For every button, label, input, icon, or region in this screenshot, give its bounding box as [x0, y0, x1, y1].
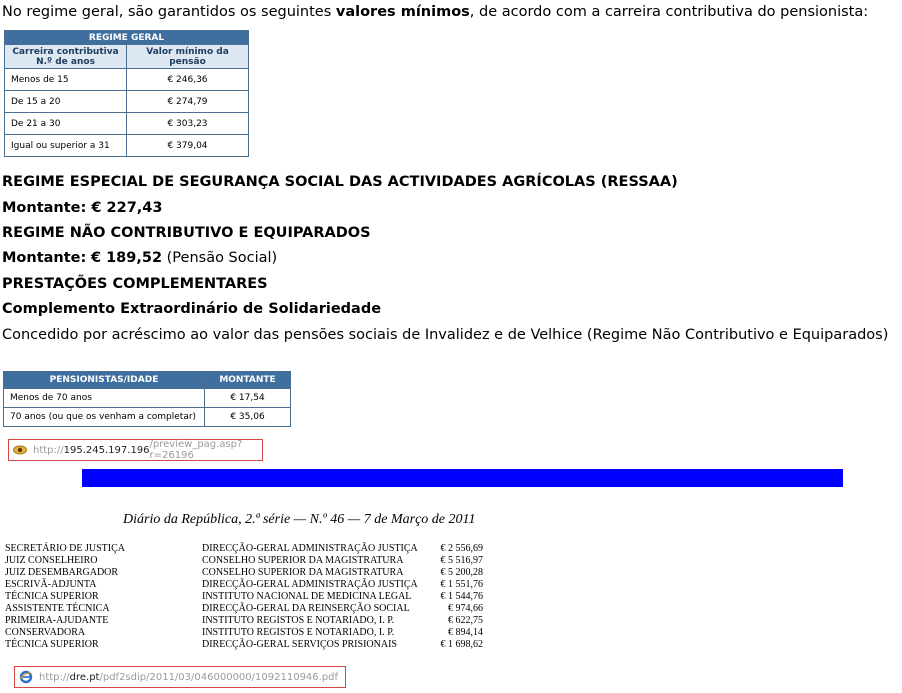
dre-entity: INSTITUTO REGISTOS E NOTARIADO, I. P. — [202, 615, 395, 626]
ressaa-amount: Montante: € 227,43 — [2, 200, 162, 216]
url2-path: /pdf2sdip/2011/03/046000000/1092110946.p… — [99, 671, 339, 683]
prestacoes-text: Concedido por acréscimo ao valor das pen… — [2, 327, 889, 343]
dre-role: ESCRIVÃ-ADJUNTA — [5, 579, 97, 590]
table1-col2: Valor mínimo da pensão — [126, 44, 249, 69]
table1-row-value: € 303,23 — [126, 112, 249, 135]
ie-icon — [19, 670, 33, 684]
table-row: TÉCNICA SUPERIOR DIRECÇÃO-GERAL SERVIÇOS… — [0, 639, 902, 651]
dre-value: € 974,66 — [448, 603, 483, 614]
table2-row-label: Menos de 70 anos — [3, 388, 205, 408]
dre-value: € 1 698,62 — [440, 639, 484, 650]
dre-role: CONSERVADORA — [5, 627, 86, 638]
table-row: Menos de 70 anos € 17,54 — [3, 388, 291, 408]
dre-entity: DIRECÇÃO-GERAL SERVIÇOS PRISIONAIS — [202, 639, 397, 650]
table-row: Igual ou superior a 31 € 379,04 — [4, 134, 249, 157]
table-row: SECRETÁRIO DE JUSTIÇA DIRECÇÃO-GERAL ADM… — [0, 543, 902, 555]
table-row: PRIMEIRA-AJUDANTE INSTITUTO REGISTOS E N… — [0, 615, 902, 627]
dre-entity: CONSELHO SUPERIOR DA MAGISTRATURA — [202, 567, 404, 578]
table2-row-value: € 17,54 — [204, 388, 291, 408]
dre-role: ASSISTENTE TÉCNICA — [5, 603, 110, 614]
dre-role: TÉCNICA SUPERIOR — [5, 639, 99, 650]
dre-role: SECRETÁRIO DE JUSTIÇA — [5, 543, 126, 554]
dre-role: JUIZ CONSELHEIRO — [5, 555, 98, 566]
dre-value: € 5 516,97 — [440, 555, 484, 566]
url1-host: 195.245.197.196 — [63, 444, 150, 456]
dre-value: € 2 556,69 — [440, 543, 484, 554]
table1-row-value: € 246,36 — [126, 68, 249, 91]
naocontrib-label: Montante: — [2, 250, 87, 266]
table-row: Menos de 15 € 246,36 — [4, 68, 249, 91]
ressaa-value: € 227,43 — [91, 200, 163, 216]
table1-row-label: De 15 a 20 — [4, 90, 127, 113]
intro-after: , de acordo com a carreira contributiva … — [469, 4, 869, 20]
prestacoes-subheading: Complemento Extraordinário de Solidaried… — [2, 301, 382, 317]
url2-scheme: http:// — [39, 671, 70, 683]
dre-role: PRIMEIRA-AJUDANTE — [5, 615, 109, 626]
ressaa-label: Montante: — [2, 200, 87, 216]
dre-entity: DIRECÇÃO-GERAL DA REINSERÇÃO SOCIAL — [202, 603, 410, 614]
dre-value: € 1 544,76 — [440, 591, 484, 602]
prestacoes-heading: PRESTAÇÕES COMPLEMENTARES — [2, 276, 268, 292]
dre-value: € 1 551,76 — [440, 579, 484, 590]
table1-row-value: € 274,79 — [126, 90, 249, 113]
table2-col1: PENSIONISTAS/IDADE — [3, 371, 205, 389]
table1-row-label: De 21 a 30 — [4, 112, 127, 135]
table-row: CONSERVADORA INSTITUTO REGISTOS E NOTARI… — [0, 627, 902, 639]
table-row: JUIZ DESEMBARGADOR CONSELHO SUPERIOR DA … — [0, 567, 902, 579]
eye-icon — [13, 443, 27, 457]
naocontrib-note: (Pensão Social) — [166, 250, 278, 266]
intro-text: No regime geral, são garantidos os segui… — [2, 4, 868, 20]
divider-bar — [82, 469, 843, 487]
table-row: ESCRIVÃ-ADJUNTA DIRECÇÃO-GERAL ADMINISTR… — [0, 579, 902, 591]
table2-row-value: € 35,06 — [204, 407, 291, 427]
intro-before: No regime geral, são garantidos os segui… — [2, 4, 336, 20]
dre-role: TÉCNICA SUPERIOR — [5, 591, 99, 602]
dre-title: Diário da República, 2.ª série — N.º 46 … — [123, 512, 476, 527]
table-row: TÉCNICA SUPERIOR INSTITUTO NACIONAL DE M… — [0, 591, 902, 603]
dre-value: € 622,75 — [448, 615, 483, 626]
url1-path: /preview_pag.asp?r=26196 — [149, 439, 243, 461]
regime-geral-table: REGIME GERAL Carreira contributiva N.º d… — [4, 30, 249, 157]
table-row: JUIZ CONSELHEIRO CONSELHO SUPERIOR DA MA… — [0, 555, 902, 567]
table-row: De 15 a 20 € 274,79 — [4, 90, 249, 113]
intro-bold: valores mínimos — [335, 4, 470, 20]
table1-row-label: Igual ou superior a 31 — [4, 134, 127, 157]
table1-col1: Carreira contributiva N.º de anos — [4, 44, 127, 69]
table2-col2: MONTANTE — [204, 371, 291, 389]
dre-entity: DIRECÇÃO-GERAL ADMINISTRAÇÃO JUSTIÇA — [202, 543, 418, 554]
url1-scheme: http:// — [33, 444, 64, 456]
dre-entity: CONSELHO SUPERIOR DA MAGISTRATURA — [202, 555, 404, 566]
table1-row-value: € 379,04 — [126, 134, 249, 157]
table-row: ASSISTENTE TÉCNICA DIRECÇÃO-GERAL DA REI… — [0, 603, 902, 615]
dre-role: JUIZ DESEMBARGADOR — [5, 567, 119, 578]
naocontrib-value: € 189,52 — [90, 250, 163, 266]
table1-title: REGIME GERAL — [4, 30, 249, 45]
source-url-2[interactable]: http://dre.pt/pdf2sdip/2011/03/046000000… — [14, 666, 346, 688]
table-row: De 21 a 30 € 303,23 — [4, 112, 249, 135]
ressaa-heading: REGIME ESPECIAL DE SEGURANÇA SOCIAL DAS … — [2, 174, 678, 190]
table2-row-label: 70 anos (ou que os venham a completar) — [3, 407, 205, 427]
dre-value: € 894,14 — [448, 627, 483, 638]
table1-row-label: Menos de 15 — [4, 68, 127, 91]
table-row: 70 anos (ou que os venham a completar) €… — [3, 407, 291, 427]
pensionistas-table: PENSIONISTAS/IDADE MONTANTE Menos de 70 … — [3, 371, 291, 427]
dre-entity: DIRECÇÃO-GERAL ADMINISTRAÇÃO JUSTIÇA — [202, 579, 418, 590]
naocontrib-amount: Montante: € 189,52 (Pensão Social) — [2, 250, 277, 266]
dre-entity: INSTITUTO NACIONAL DE MEDICINA LEGAL — [202, 591, 412, 602]
source-url-1[interactable]: http://195.245.197.196/preview_pag.asp?r… — [8, 439, 263, 461]
dre-value: € 5 200,28 — [440, 567, 484, 578]
naocontrib-heading: REGIME NÃO CONTRIBUTIVO E EQUIPARADOS — [2, 225, 371, 241]
dre-entity: INSTITUTO REGISTOS E NOTARIADO, I. P. — [202, 627, 395, 638]
url2-host: dre.pt — [69, 671, 100, 683]
